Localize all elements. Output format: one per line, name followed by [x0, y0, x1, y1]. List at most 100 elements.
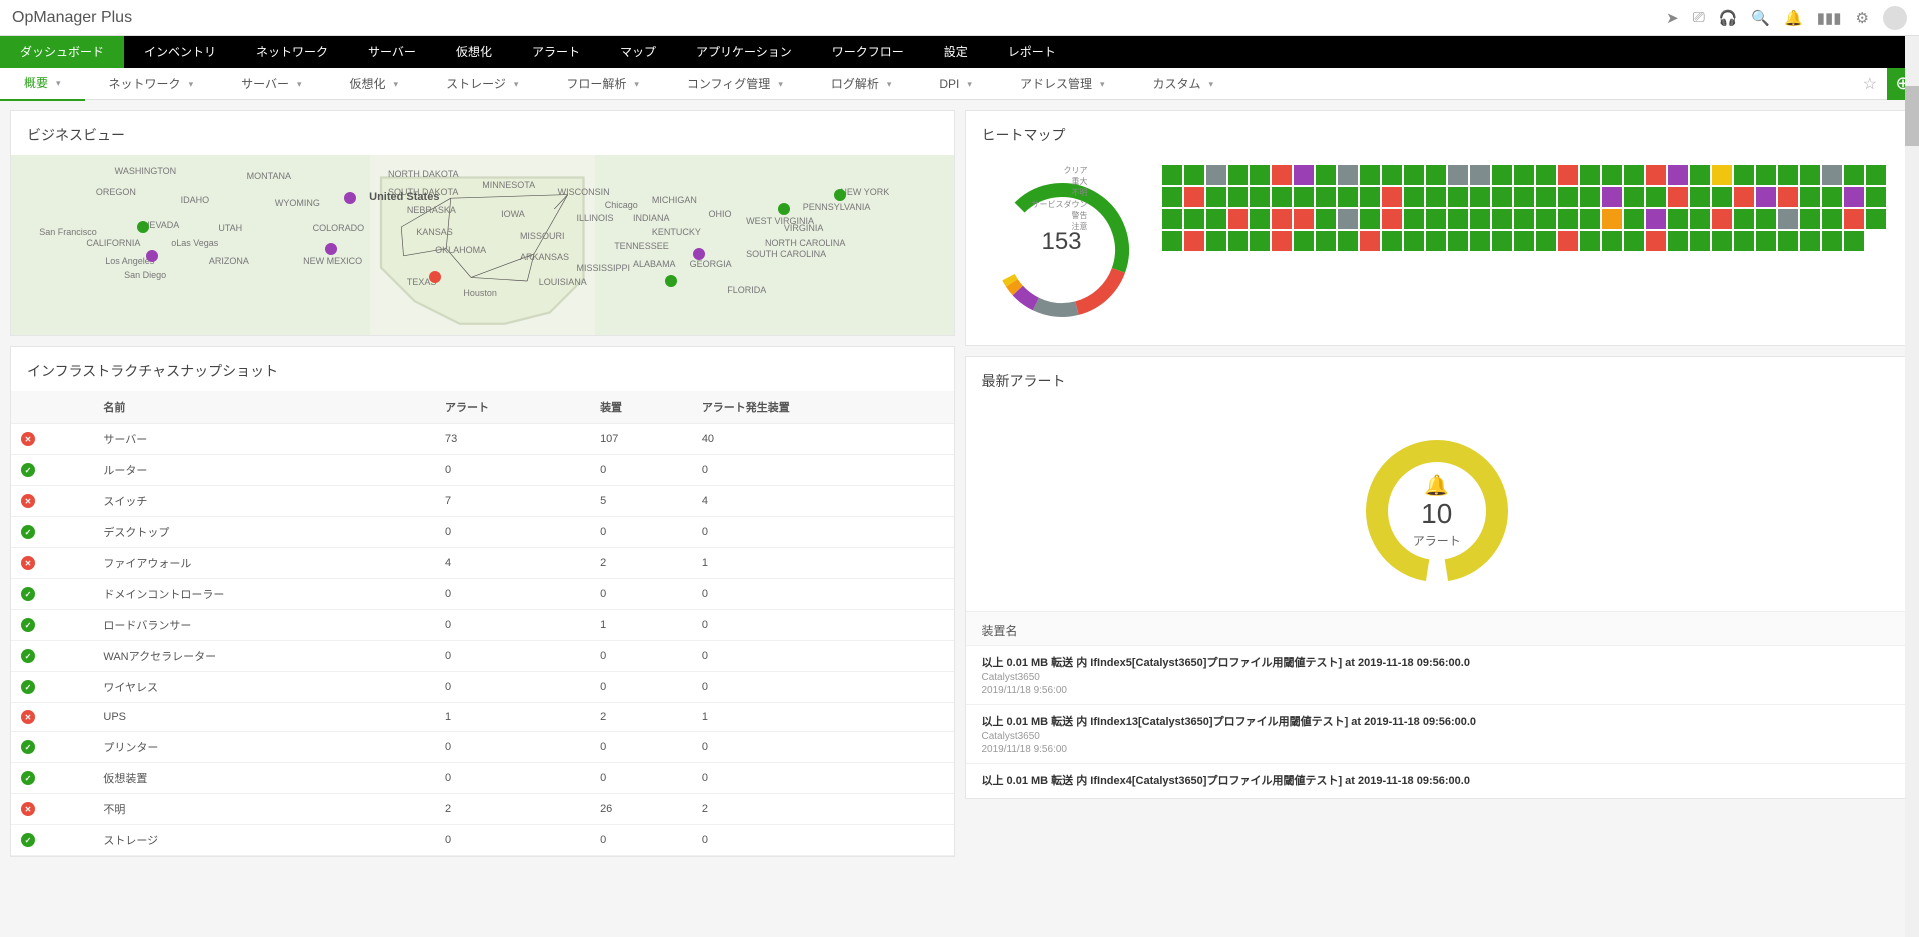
heat-cell[interactable] — [1338, 231, 1358, 251]
heat-cell[interactable] — [1272, 165, 1292, 185]
map-node[interactable] — [429, 271, 441, 283]
heat-cell[interactable] — [1162, 209, 1182, 229]
heat-cell[interactable] — [1844, 165, 1864, 185]
heat-cell[interactable] — [1426, 165, 1446, 185]
avatar[interactable] — [1883, 6, 1907, 30]
heat-cell[interactable] — [1536, 165, 1556, 185]
table-row[interactable]: ✓ ストレージ0 00 — [11, 825, 954, 856]
heat-cell[interactable] — [1470, 187, 1490, 207]
heat-cell[interactable] — [1756, 231, 1776, 251]
heat-cell[interactable] — [1712, 209, 1732, 229]
nav-secondary-tab[interactable]: フロー解析▾ — [542, 68, 663, 100]
bell-icon[interactable]: 🔔 — [1784, 9, 1803, 27]
page-scrollbar[interactable] — [1905, 36, 1919, 937]
heat-cell[interactable] — [1756, 165, 1776, 185]
table-row[interactable]: ✕ スイッチ7 54 — [11, 486, 954, 517]
heat-cell[interactable] — [1338, 187, 1358, 207]
nav-secondary-tab[interactable]: アドレス管理▾ — [996, 68, 1129, 100]
alarm-item[interactable]: 以上 0.01 MB 転送 内 IfIndex4[Catalyst3650]プロ… — [966, 763, 1909, 798]
heat-cell[interactable] — [1184, 209, 1204, 229]
heat-cell[interactable] — [1514, 209, 1534, 229]
map-node[interactable] — [344, 192, 356, 204]
table-row[interactable]: ✕ UPS1 21 — [11, 703, 954, 732]
heat-cell[interactable] — [1184, 165, 1204, 185]
heat-cell[interactable] — [1558, 209, 1578, 229]
nav-primary-item[interactable]: ダッシュボード — [0, 36, 124, 68]
table-row[interactable]: ✓ ルーター0 00 — [11, 455, 954, 486]
heat-cell[interactable] — [1536, 187, 1556, 207]
alarm-item[interactable]: 以上 0.01 MB 転送 内 IfIndex5[Catalyst3650]プロ… — [966, 645, 1909, 704]
nav-secondary-tab[interactable]: 概要▾ — [0, 67, 85, 101]
nav-primary-item[interactable]: 設定 — [924, 36, 988, 68]
heat-cell[interactable] — [1602, 231, 1622, 251]
nav-primary-item[interactable]: アプリケーション — [676, 36, 812, 68]
heat-cell[interactable] — [1272, 209, 1292, 229]
nav-primary-item[interactable]: アラート — [512, 36, 600, 68]
nav-secondary-tab[interactable]: カスタム▾ — [1128, 68, 1237, 100]
nav-secondary-tab[interactable]: ログ解析▾ — [807, 68, 916, 100]
heat-cell[interactable] — [1624, 209, 1644, 229]
heat-cell[interactable] — [1778, 231, 1798, 251]
nav-secondary-tab[interactable]: 仮想化▾ — [326, 68, 423, 100]
scrollbar-thumb[interactable] — [1905, 86, 1919, 146]
heat-cell[interactable] — [1800, 187, 1820, 207]
nav-primary-item[interactable]: ワークフロー — [812, 36, 924, 68]
heat-cell[interactable] — [1800, 165, 1820, 185]
heat-cell[interactable] — [1734, 165, 1754, 185]
heat-cell[interactable] — [1294, 209, 1314, 229]
heat-cell[interactable] — [1294, 187, 1314, 207]
heat-cell[interactable] — [1866, 187, 1886, 207]
heat-cell[interactable] — [1426, 187, 1446, 207]
heat-cell[interactable] — [1602, 165, 1622, 185]
heat-cell[interactable] — [1426, 231, 1446, 251]
table-header[interactable]: 装置 — [590, 391, 692, 424]
table-row[interactable]: ✓ プリンター0 00 — [11, 732, 954, 763]
heat-cell[interactable] — [1338, 209, 1358, 229]
heatmap-donut[interactable]: クリア重大不明サービスダウン警告注意 153 — [982, 165, 1142, 325]
battery-icon[interactable]: ▮▮▮ — [1817, 9, 1842, 27]
map-node[interactable] — [778, 203, 790, 215]
nav-primary-item[interactable]: サーバー — [348, 36, 436, 68]
heat-cell[interactable] — [1844, 187, 1864, 207]
heat-cell[interactable] — [1712, 231, 1732, 251]
heat-cell[interactable] — [1844, 231, 1864, 251]
heat-cell[interactable] — [1382, 209, 1402, 229]
map-node[interactable] — [137, 221, 149, 233]
heat-cell[interactable] — [1646, 165, 1666, 185]
heat-cell[interactable] — [1536, 231, 1556, 251]
heat-cell[interactable] — [1470, 231, 1490, 251]
heat-cell[interactable] — [1470, 165, 1490, 185]
heat-cell[interactable] — [1690, 165, 1710, 185]
search-icon[interactable]: 🔍 — [1751, 9, 1770, 27]
heat-cell[interactable] — [1580, 209, 1600, 229]
heat-cell[interactable] — [1734, 209, 1754, 229]
table-header[interactable]: アラート — [435, 391, 590, 424]
table-row[interactable]: ✕ ファイアウォール4 21 — [11, 548, 954, 579]
map-node[interactable] — [693, 248, 705, 260]
heat-cell[interactable] — [1404, 187, 1424, 207]
heat-cell[interactable] — [1162, 165, 1182, 185]
table-row[interactable]: ✕ サーバー73 10740 — [11, 424, 954, 455]
heat-cell[interactable] — [1580, 187, 1600, 207]
heat-cell[interactable] — [1184, 231, 1204, 251]
heat-cell[interactable] — [1360, 165, 1380, 185]
heat-cell[interactable] — [1206, 187, 1226, 207]
heat-cell[interactable] — [1668, 187, 1688, 207]
heat-cell[interactable] — [1294, 231, 1314, 251]
heat-cell[interactable] — [1580, 231, 1600, 251]
heat-cell[interactable] — [1404, 231, 1424, 251]
monitor-icon[interactable]: ⎚ — [1693, 9, 1705, 26]
table-row[interactable]: ✓ 仮想装置0 00 — [11, 763, 954, 794]
table-row[interactable]: ✓ ドメインコントローラー0 00 — [11, 579, 954, 610]
nav-primary-item[interactable]: マップ — [600, 36, 676, 68]
heat-cell[interactable] — [1668, 165, 1688, 185]
alarm-donut[interactable]: 🔔 10 アラート — [1357, 431, 1517, 591]
heat-cell[interactable] — [1492, 187, 1512, 207]
heat-cell[interactable] — [1756, 187, 1776, 207]
nav-secondary-tab[interactable]: ストレージ▾ — [422, 68, 542, 100]
heat-cell[interactable] — [1712, 165, 1732, 185]
heat-cell[interactable] — [1558, 187, 1578, 207]
map-node[interactable] — [325, 243, 337, 255]
table-row[interactable]: ✓ WANアクセラレーター0 00 — [11, 641, 954, 672]
alarm-item[interactable]: 以上 0.01 MB 転送 内 IfIndex13[Catalyst3650]プ… — [966, 704, 1909, 763]
